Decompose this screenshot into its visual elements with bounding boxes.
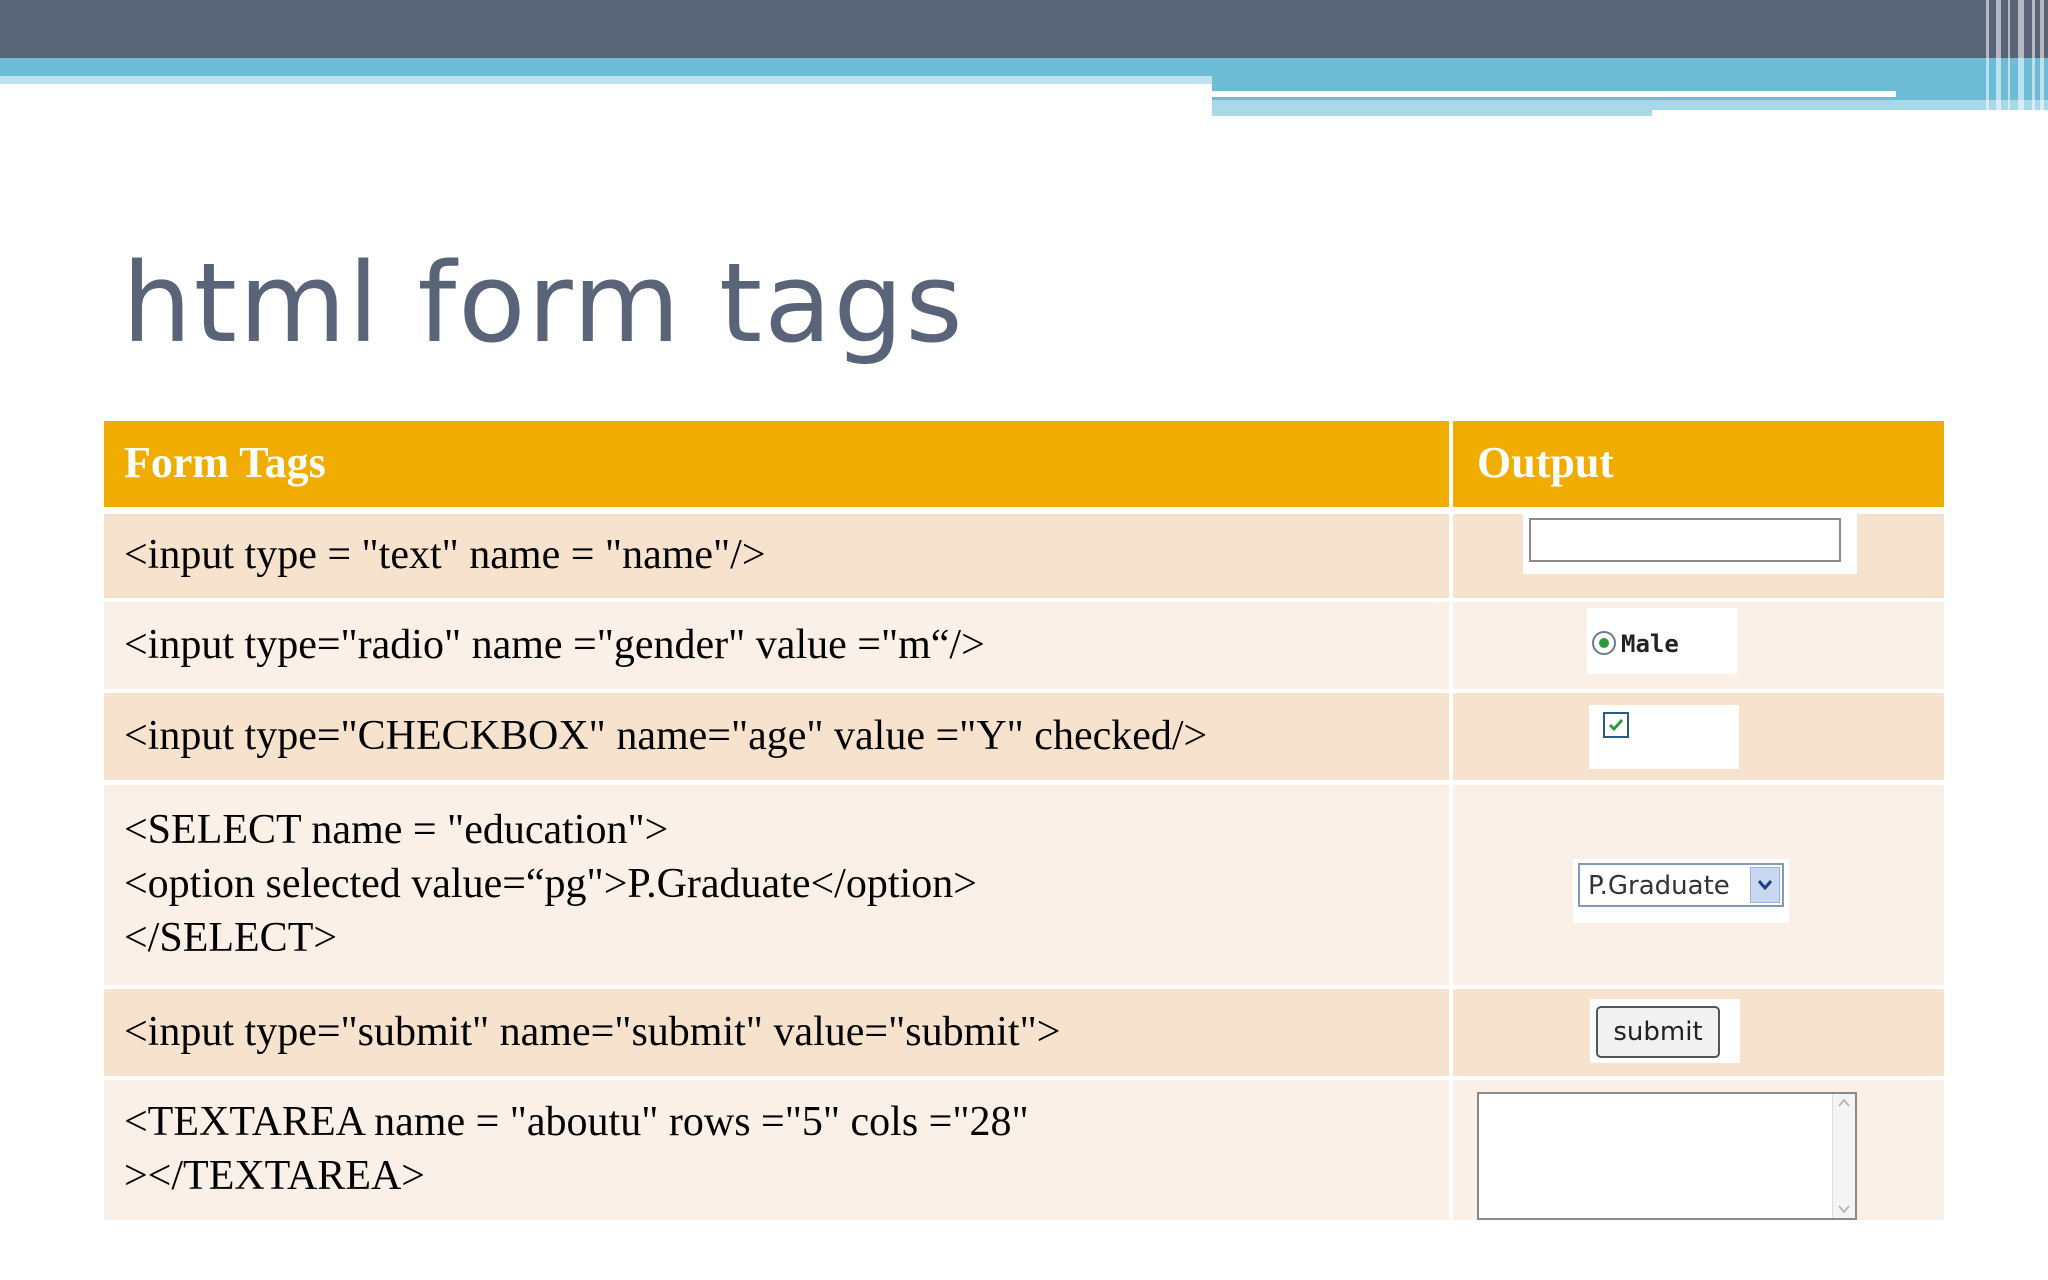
chevron-down-icon[interactable]	[1750, 867, 1780, 903]
output-cell	[1453, 514, 1944, 598]
textarea-scrollbar[interactable]	[1832, 1094, 1855, 1218]
slide-title: html form tags	[122, 239, 965, 367]
radio-label: Male	[1621, 630, 1679, 658]
output-cell: submit	[1453, 989, 1944, 1076]
textarea-preview[interactable]	[1477, 1092, 1857, 1220]
corner-stripes	[1980, 0, 2048, 116]
output-cell: P.Graduate	[1453, 785, 1944, 985]
code-text: <TEXTAREA name = "aboutu" rows ="5" cols…	[124, 1099, 1029, 1199]
code-cell: <input type = "text" name = "name"/>	[104, 514, 1449, 598]
code-text: <input type="radio" name ="gender" value…	[124, 621, 985, 668]
checkbox-checked-icon[interactable]	[1603, 712, 1629, 738]
top-bar-white-line	[1212, 91, 1896, 97]
scroll-up-icon[interactable]	[1838, 1098, 1850, 1108]
education-select-preview[interactable]: P.Graduate	[1578, 863, 1784, 907]
output-cell	[1453, 1080, 1944, 1220]
submit-button-preview[interactable]: submit	[1596, 1006, 1720, 1058]
table-row: <input type="CHECKBOX" name="age" value …	[104, 693, 1944, 780]
radio-checked-icon[interactable]	[1592, 631, 1616, 655]
top-bar-blue	[0, 58, 2048, 76]
code-cell: <input type="submit" name="submit" value…	[104, 989, 1449, 1076]
output-cell	[1453, 693, 1944, 780]
table-row: <TEXTAREA name = "aboutu" rows ="5" cols…	[104, 1080, 1944, 1220]
code-cell: <SELECT name = "education"> <option sele…	[104, 785, 1449, 985]
code-cell: <input type="CHECKBOX" name="age" value …	[104, 693, 1449, 780]
header-cell-form-tags: Form Tags	[104, 421, 1449, 507]
text-input-preview[interactable]	[1529, 518, 1841, 562]
header-output-label: Output	[1477, 438, 1614, 487]
table-row: <input type = "text" name = "name"/>	[104, 514, 1944, 598]
code-cell: <TEXTAREA name = "aboutu" rows ="5" cols…	[104, 1080, 1449, 1220]
top-bar-pale	[0, 76, 1212, 84]
output-cell: Male	[1453, 602, 1944, 689]
code-cell: <input type="radio" name ="gender" value…	[104, 602, 1449, 689]
code-text: <input type="CHECKBOX" name="age" value …	[124, 712, 1208, 759]
select-selected-value: P.Graduate	[1588, 871, 1730, 901]
table-header-row: Form Tags Output	[104, 421, 1944, 507]
header-cell-output: Output	[1453, 421, 1944, 507]
table-row: <input type="submit" name="submit" value…	[104, 989, 1944, 1076]
table-row: <SELECT name = "education"> <option sele…	[104, 785, 1944, 985]
top-bar-dark	[0, 0, 2048, 58]
table-row: <input type="radio" name ="gender" value…	[104, 602, 1944, 689]
scroll-down-icon[interactable]	[1838, 1204, 1850, 1214]
header-form-tags-label: Form Tags	[124, 438, 326, 487]
code-text: <SELECT name = "education"> <option sele…	[124, 807, 977, 961]
code-text: <input type="submit" name="submit" value…	[124, 1008, 1061, 1055]
code-text: <input type = "text" name = "name"/>	[124, 532, 766, 579]
